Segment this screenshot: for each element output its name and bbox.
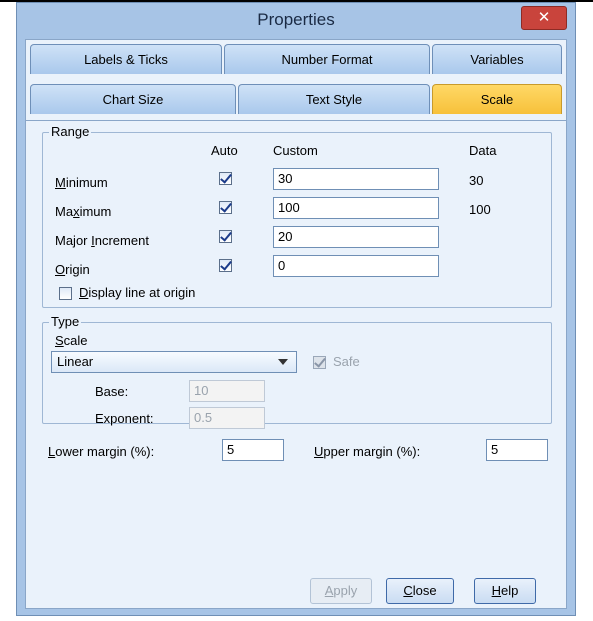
exponent-label: Exponent: (95, 411, 154, 426)
origin-auto-checkbox[interactable] (219, 259, 232, 272)
title-bar[interactable]: Properties ✕ (17, 3, 575, 39)
tab-labels-ticks[interactable]: Labels & Ticks (30, 44, 222, 74)
tab-chart-size[interactable]: Chart Size (30, 84, 236, 114)
maximum-custom-field[interactable]: 100 (273, 197, 439, 219)
auto-header: Auto (211, 143, 238, 158)
safe-checkbox[interactable] (313, 356, 326, 369)
base-field[interactable]: 10 (189, 380, 265, 402)
minimum-data-value: 30 (469, 173, 484, 188)
safe-label: Safe (333, 354, 360, 369)
data-header: Data (469, 143, 497, 158)
dialog-client-area: Labels & Ticks Number Format Variables C… (25, 39, 567, 609)
origin-label: Origin (55, 262, 90, 277)
apply-button[interactable]: Apply (310, 578, 372, 604)
scale-type-dropdown[interactable]: Linear (51, 351, 297, 373)
minimum-label: Minimum (55, 175, 108, 190)
custom-header: Custom (273, 143, 318, 158)
tab-text-style[interactable]: Text Style (238, 84, 430, 114)
range-legend: Range (49, 124, 92, 139)
type-legend: Type (49, 314, 82, 329)
lower-margin-label: Lower margin (%): (48, 444, 155, 459)
display-line-checkbox[interactable] (59, 287, 72, 300)
maximum-label: Maximum (55, 204, 112, 219)
major-increment-label: Major Increment (55, 233, 149, 248)
lower-margin-field[interactable]: 5 (222, 439, 284, 461)
upper-margin-field[interactable]: 5 (486, 439, 548, 461)
range-group: Range Auto Custom Data Minimum 30 30 Max… (42, 124, 552, 308)
tab-scale[interactable]: Scale (432, 84, 562, 114)
close-icon[interactable]: ✕ (521, 6, 567, 30)
major-increment-auto-checkbox[interactable] (219, 230, 232, 243)
chevron-down-icon (278, 359, 288, 365)
scale-label: Scale (55, 333, 88, 348)
minimum-custom-field[interactable]: 30 (273, 168, 439, 190)
tab-number-format[interactable]: Number Format (224, 44, 430, 74)
help-button[interactable]: Help (474, 578, 536, 604)
upper-margin-label: Upper margin (%): (314, 444, 421, 459)
base-label: Base: (95, 384, 129, 399)
properties-dialog: Properties ✕ Labels & Ticks Number Forma… (16, 2, 576, 616)
exponent-field[interactable]: 0.5 (189, 407, 265, 429)
scale-type-value: Linear (57, 354, 94, 369)
tab-variables[interactable]: Variables (432, 44, 562, 74)
type-group: Type Scale Linear Safe Base: 10 Exponent… (42, 314, 552, 429)
maximum-data-value: 100 (469, 202, 491, 217)
minimum-auto-checkbox[interactable] (219, 172, 232, 185)
display-line-label: Display line at origin (79, 285, 196, 300)
major-increment-custom-field[interactable]: 20 (273, 226, 439, 248)
tab-strip-divider (26, 120, 566, 121)
origin-custom-field[interactable]: 0 (273, 255, 439, 277)
maximum-auto-checkbox[interactable] (219, 201, 232, 214)
close-button[interactable]: Close (386, 578, 454, 604)
dialog-title: Properties (257, 10, 335, 29)
